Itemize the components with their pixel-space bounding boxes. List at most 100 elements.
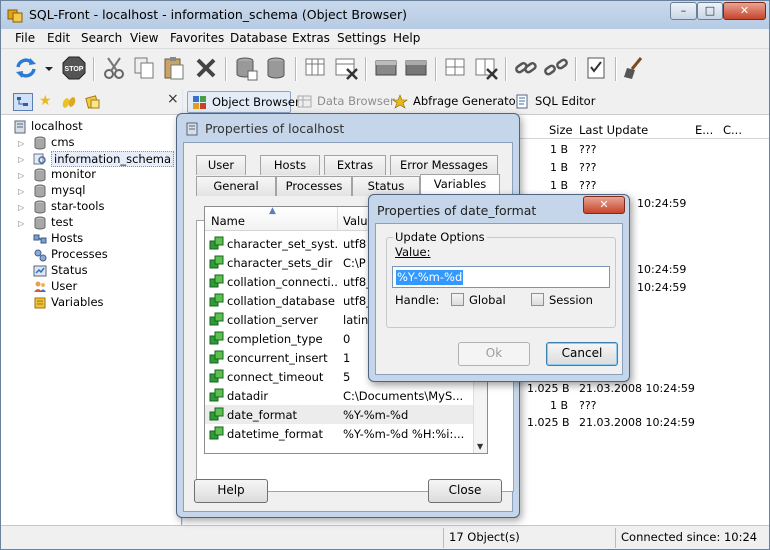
- minimize-button[interactable]: –: [670, 2, 697, 20]
- list-item[interactable]: datadir C:\Documents\MyS...: [205, 386, 487, 405]
- variable-icon: [209, 388, 224, 402]
- row-date: 10:24:59: [637, 263, 687, 276]
- column-divider: [337, 207, 338, 231]
- menu-file[interactable]: File: [15, 31, 35, 45]
- clear-icon[interactable]: [621, 55, 647, 81]
- database-icon: [34, 184, 46, 198]
- menu-help[interactable]: Help: [393, 31, 420, 45]
- dialog-body: Update Options Value: Handle: Global Ses…: [375, 223, 623, 375]
- column-e[interactable]: E...: [695, 123, 713, 137]
- tab-processes[interactable]: Processes: [276, 176, 352, 196]
- tab-hosts[interactable]: Hosts: [260, 155, 320, 175]
- row-date: 10:24:59: [637, 197, 687, 210]
- tab-status[interactable]: Status: [352, 176, 420, 196]
- expander-icon[interactable]: ▷: [18, 171, 24, 180]
- database-icon: [34, 168, 46, 182]
- database-search-icon: [33, 153, 46, 165]
- menu-edit[interactable]: Edit: [47, 31, 70, 45]
- tab-data-browser[interactable]: Data Browser: [293, 91, 395, 113]
- dialog-close-button[interactable]: ✕: [583, 196, 625, 214]
- expander-icon[interactable]: ▷: [18, 139, 24, 148]
- new-database-icon[interactable]: [233, 55, 259, 81]
- row-size: 1 B: [550, 161, 569, 174]
- tab-variables[interactable]: Variables: [420, 174, 500, 196]
- tab-extras[interactable]: Extras: [324, 155, 386, 175]
- menu-view[interactable]: View: [130, 31, 158, 45]
- value-label: Value:: [395, 245, 431, 259]
- expander-icon[interactable]: ▷: [18, 203, 24, 212]
- tab-user[interactable]: User: [196, 155, 246, 175]
- row-date: ???: [579, 161, 597, 174]
- scroll-down-icon[interactable]: ▼: [477, 442, 483, 451]
- variable-icon: [209, 407, 224, 421]
- maximize-button[interactable]: □: [697, 2, 723, 20]
- menu-extras[interactable]: Extras: [292, 31, 330, 45]
- tab-object-browser[interactable]: Object Browser: [187, 91, 300, 113]
- users-icon: [34, 281, 46, 292]
- bookmarks-icon[interactable]: [61, 94, 77, 110]
- checklist-icon[interactable]: [583, 55, 609, 81]
- ok-button[interactable]: Ok: [458, 342, 530, 366]
- dialog-title: Properties of localhost: [205, 121, 345, 136]
- favorites-star-icon[interactable]: ★: [39, 93, 52, 109]
- database-icon: [34, 200, 46, 214]
- tab-abfrage-generator[interactable]: Abfrage Generator: [389, 91, 520, 113]
- menu-settings[interactable]: Settings: [337, 31, 386, 45]
- new-table-icon[interactable]: [303, 55, 329, 81]
- value-input[interactable]: %Y-%m-%d: [392, 266, 610, 288]
- global-checkbox[interactable]: [451, 293, 464, 306]
- edit-row-icon[interactable]: [403, 55, 429, 81]
- unlink-icon[interactable]: [543, 55, 569, 81]
- paste-icon[interactable]: [161, 55, 187, 81]
- expander-icon[interactable]: ▷: [18, 187, 24, 196]
- list-item-selected[interactable]: date_format %Y-%m-%d: [205, 405, 487, 424]
- menu-search[interactable]: Search: [81, 31, 122, 45]
- status-object-count: 17 Object(s): [449, 530, 520, 544]
- copy-icon[interactable]: [131, 55, 157, 81]
- history-icon[interactable]: [85, 94, 101, 110]
- variables-icon: [34, 297, 46, 309]
- refresh-icon[interactable]: [13, 55, 39, 81]
- delete-table-icon[interactable]: [333, 55, 359, 81]
- delete-icon[interactable]: [193, 55, 219, 81]
- expander-icon[interactable]: ▷: [18, 219, 24, 228]
- row-size: 1 B: [550, 399, 569, 412]
- tree-view-icon[interactable]: [13, 93, 33, 111]
- variable-properties-dialog: Properties of date_format ✕ Update Optio…: [368, 194, 630, 382]
- cancel-button[interactable]: Cancel: [546, 342, 618, 366]
- close-navigator-button[interactable]: ×: [167, 91, 179, 107]
- column-c[interactable]: C...: [723, 123, 742, 137]
- delete-field-icon[interactable]: [473, 55, 499, 81]
- new-row-icon[interactable]: [373, 55, 399, 81]
- tab-sql-editor[interactable]: SQL Editor: [511, 91, 595, 113]
- expander-icon[interactable]: ▷: [18, 155, 24, 164]
- sql-editor-icon: [516, 94, 528, 109]
- toolbar-separator: [365, 57, 366, 81]
- close-button[interactable]: ✕: [723, 2, 766, 20]
- global-label: Global: [469, 293, 506, 307]
- menu-database[interactable]: Database: [230, 31, 287, 45]
- toolbar-separator: [93, 57, 94, 81]
- list-item[interactable]: datetime_format %Y-%m-%d %H:%i:...: [205, 424, 487, 443]
- variable-icon: [209, 426, 224, 440]
- stop-icon[interactable]: STOP: [61, 55, 87, 81]
- column-last-update[interactable]: Last Update: [579, 123, 648, 137]
- object-browser-icon: [193, 96, 206, 109]
- variable-icon: [209, 369, 224, 383]
- cut-icon[interactable]: [101, 55, 127, 81]
- tab-error-messages[interactable]: Error Messages: [390, 155, 498, 175]
- session-checkbox[interactable]: [531, 293, 544, 306]
- link-icon[interactable]: [513, 55, 539, 81]
- toolbar-separator: [615, 57, 616, 81]
- menu-favorites[interactable]: Favorites: [170, 31, 224, 45]
- close-dialog-button[interactable]: Close: [428, 479, 502, 503]
- help-button[interactable]: Help: [194, 479, 268, 503]
- variable-icon: [209, 331, 224, 345]
- column-name[interactable]: Name: [211, 214, 245, 228]
- toolbar-separator: [435, 57, 436, 81]
- tab-general[interactable]: General: [196, 176, 276, 196]
- database-icon[interactable]: [263, 55, 289, 81]
- dropdown-arrow-icon[interactable]: [43, 55, 55, 81]
- column-size[interactable]: Size: [549, 123, 573, 137]
- new-field-icon[interactable]: [443, 55, 469, 81]
